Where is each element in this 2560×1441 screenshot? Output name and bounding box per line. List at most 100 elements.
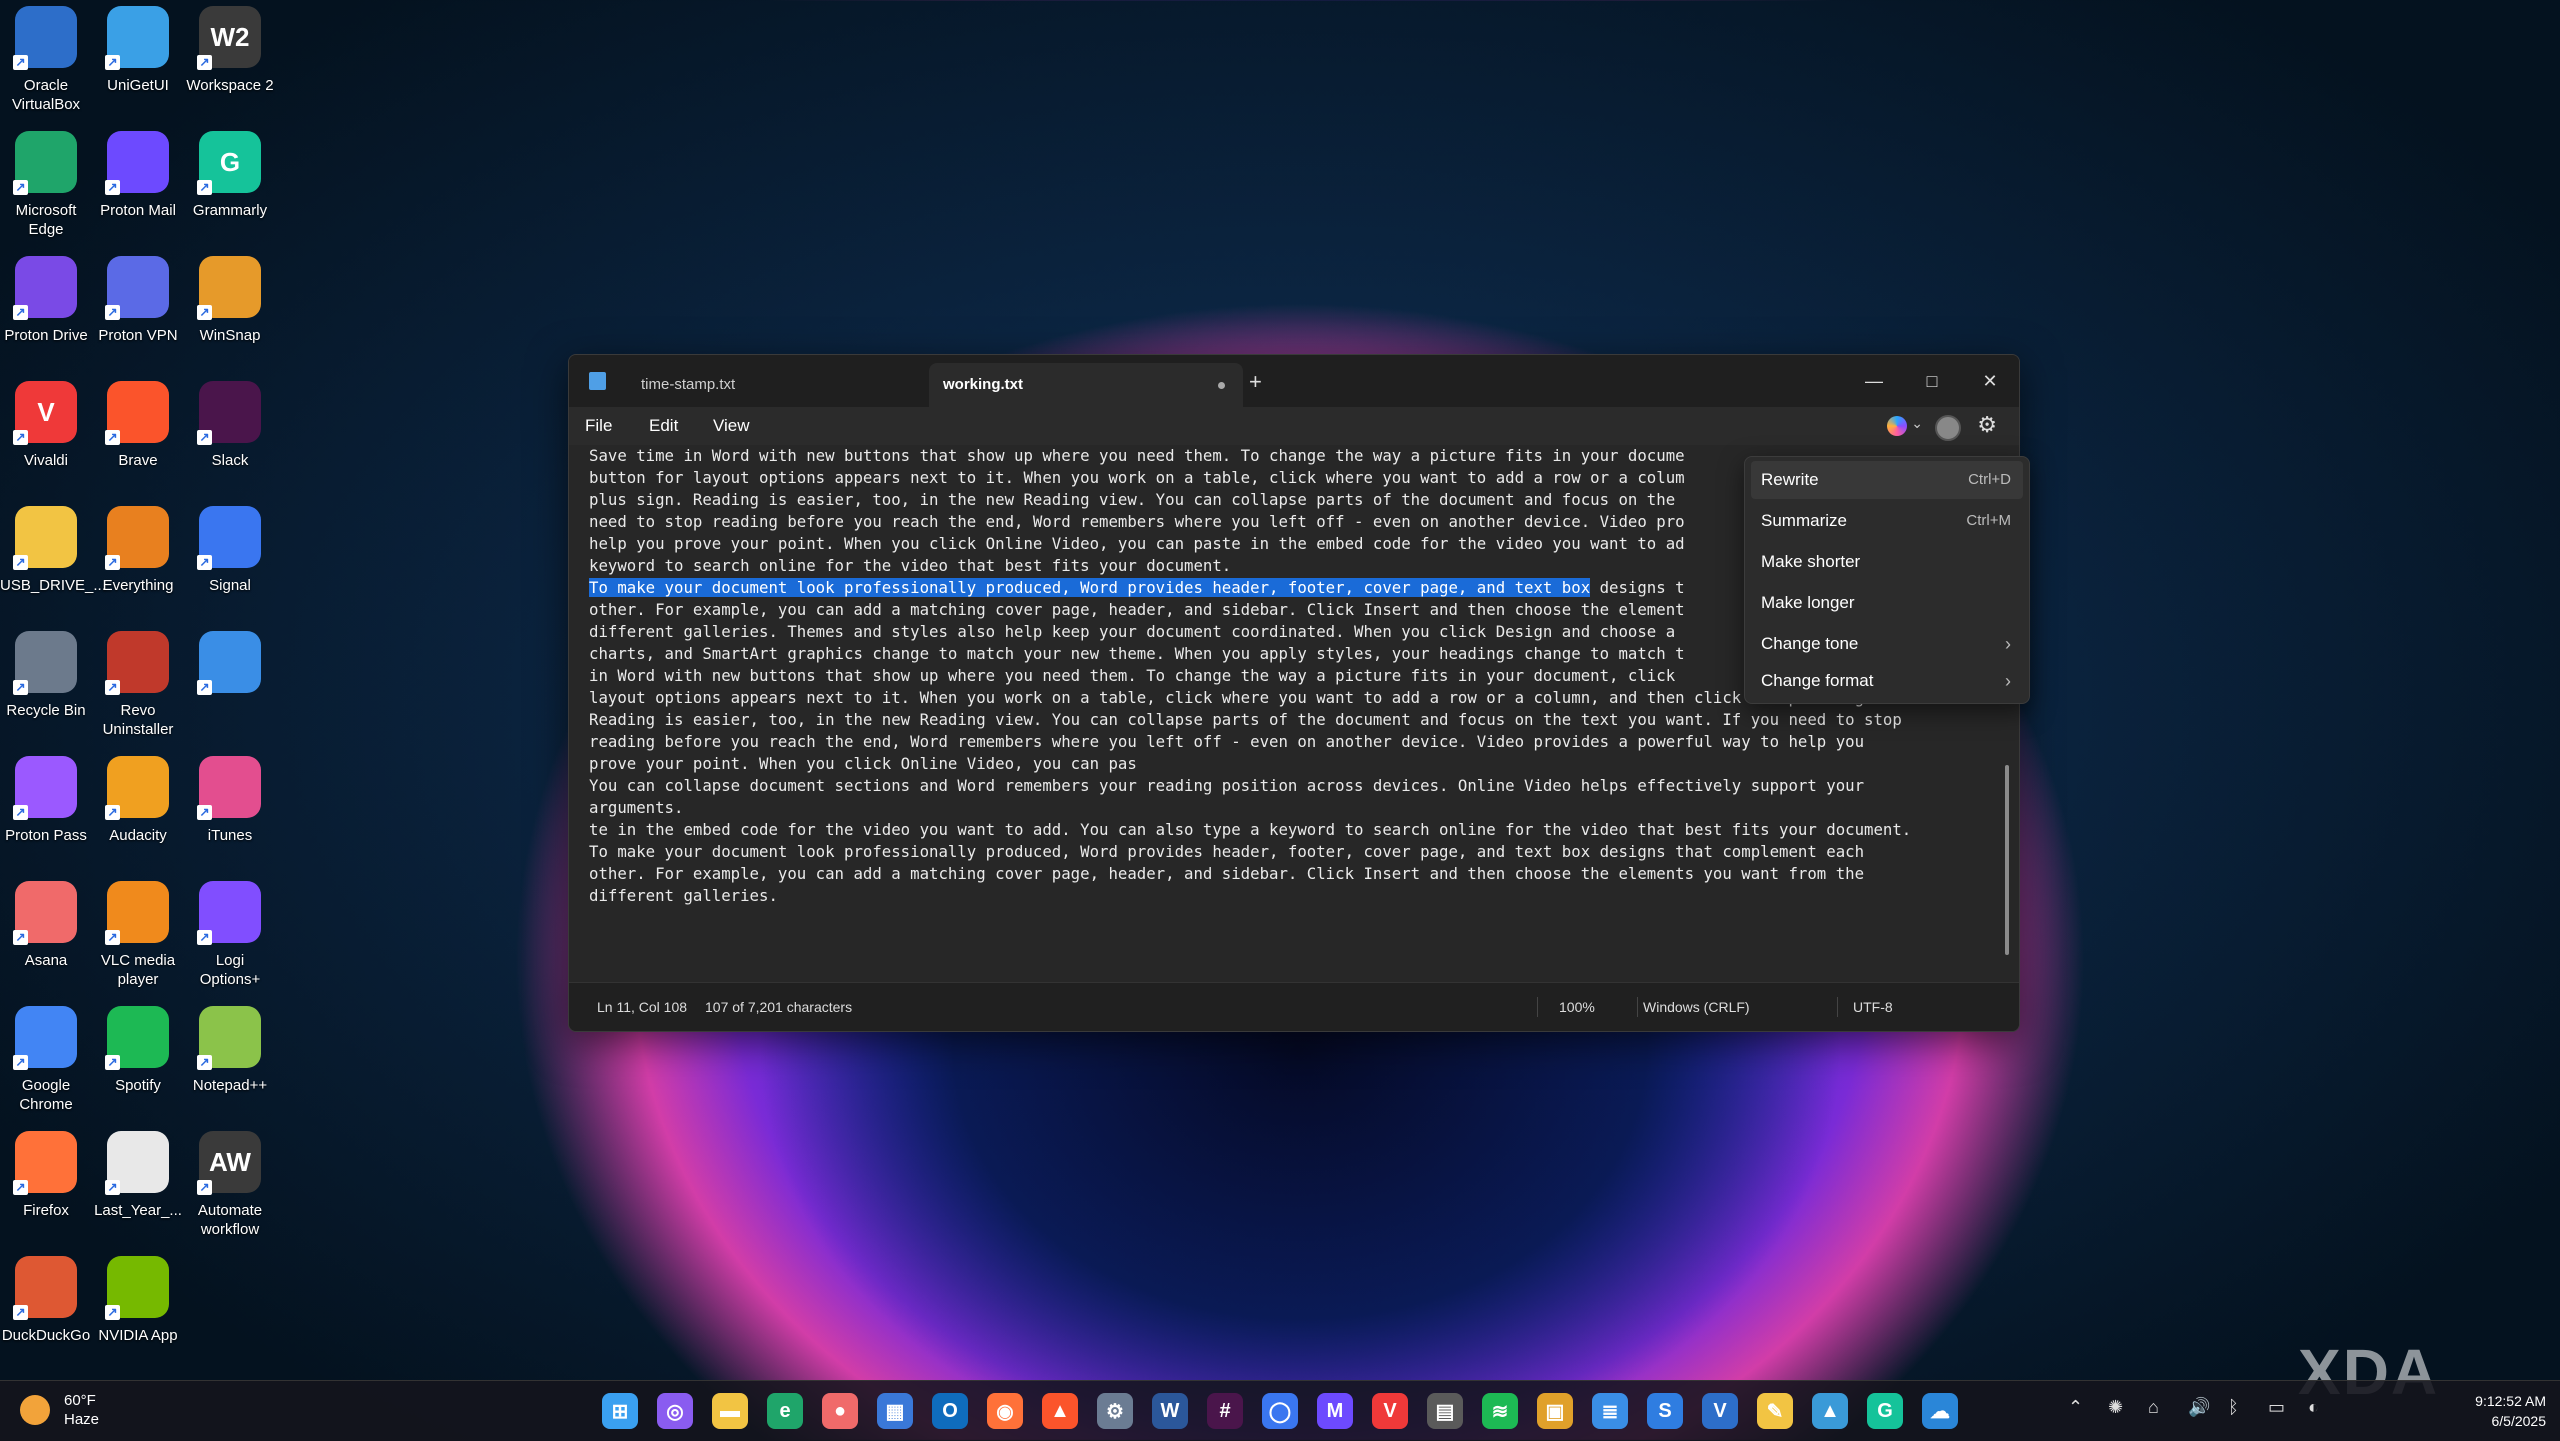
vivaldi-icon[interactable]: V (1372, 1393, 1408, 1429)
sound-icon[interactable]: ◐ (2308, 1397, 2319, 1418)
desktop-icon-slack-icon[interactable]: ↗ Slack (184, 381, 276, 470)
virtualbox-icon[interactable]: V (1702, 1393, 1738, 1429)
desktop-icon-label: Notepad++ (192, 1077, 268, 1094)
notes-icon[interactable]: ✎ (1757, 1393, 1793, 1429)
gear-icon[interactable]: ⚙ (1977, 412, 1997, 438)
desktop-icon-spotify-icon[interactable]: ↗ Spotify (92, 1006, 184, 1095)
selected-text[interactable]: To make your document look professionall… (589, 578, 1591, 597)
slack-icon[interactable]: # (1207, 1393, 1243, 1429)
scrollbar[interactable] (2005, 765, 2009, 955)
desktop-icon-workspace-icon[interactable]: W2 ↗ Workspace 2 (184, 6, 276, 95)
desktop-icon-recycle-bin-icon[interactable]: ↗ Recycle Bin (0, 631, 92, 720)
desktop-icon-label: Proton Mail (100, 202, 176, 219)
outlook-icon[interactable]: O (932, 1393, 968, 1429)
menu-view[interactable]: View (713, 407, 750, 445)
media-icon[interactable]: ▣ (1537, 1393, 1573, 1429)
chevron-up-icon[interactable]: ⌃ (2068, 1397, 2083, 1418)
photos-icon[interactable]: ▲ (1812, 1393, 1848, 1429)
title-bar[interactable]: time-stamp.txt working.txt + — □ ✕ (569, 355, 2019, 407)
shortcut-arrow-icon: ↗ (197, 180, 212, 195)
desktop-icon-brave-icon[interactable]: ↗ Brave (92, 381, 184, 470)
encoding[interactable]: UTF-8 (1853, 983, 1893, 1031)
app-tray-icon[interactable]: ✺ (2108, 1397, 2123, 1418)
menu-item-make-longer[interactable]: Make longer (1751, 584, 2023, 622)
desktop-icon-vivaldi-icon[interactable]: V ↗ Vivaldi (0, 381, 92, 470)
minimize-button[interactable]: — (1845, 363, 1903, 399)
desktop-icon-protonmail-icon[interactable]: ↗ Proton Mail (92, 131, 184, 220)
menu-item-change-format[interactable]: Change format › (1751, 662, 2023, 700)
desktop-icon-revo-icon[interactable]: ↗ Revo Uninstaller (92, 631, 184, 739)
desktop-icon-label: iTunes (207, 827, 253, 844)
desktop-icon-duckduckgo-icon[interactable]: ↗ DuckDuckGo (0, 1256, 92, 1345)
menu-item-change-tone[interactable]: Change tone › (1751, 625, 2023, 663)
asana-icon[interactable]: ● (822, 1393, 858, 1429)
notepad-icon[interactable]: ≣ (1592, 1393, 1628, 1429)
folder-icon: ↗ (13, 506, 77, 570)
desktop-icon-firefox-icon[interactable]: ↗ Firefox (0, 1131, 92, 1220)
close-button[interactable]: ✕ (1961, 363, 2019, 399)
system-clock[interactable]: 9:12:52 AM 6/5/2025 (2475, 1391, 2546, 1431)
desktop-icon-edge-icon[interactable]: ↗ Microsoft Edge (0, 131, 92, 239)
desktop-icon-control-panel-icon[interactable]: ↗ (184, 631, 276, 701)
edge-icon: ↗ (13, 131, 77, 195)
desktop-icon-everything-icon[interactable]: ↗ Everything (92, 506, 184, 595)
store-icon[interactable]: ▦ (877, 1393, 913, 1429)
word-icon[interactable]: W (1152, 1393, 1188, 1429)
protonmail-icon[interactable]: M (1317, 1393, 1353, 1429)
menu-item-make-shorter[interactable]: Make shorter (1751, 543, 2023, 581)
line-ending[interactable]: Windows (CRLF) (1643, 983, 1750, 1031)
brave-icon[interactable]: ▲ (1042, 1393, 1078, 1429)
tab-time-stamp[interactable]: time-stamp.txt (625, 363, 981, 407)
shortcut-arrow-icon: ↗ (105, 55, 120, 70)
desktop-icon-audacity-icon[interactable]: ↗ Audacity (92, 756, 184, 845)
chevron-right-icon: › (2005, 671, 2011, 691)
edge-icon[interactable]: e (767, 1393, 803, 1429)
network-icon[interactable]: ⌂ (2148, 1397, 2159, 1418)
menu-item-summarize[interactable]: Summarize Ctrl+M (1751, 502, 2023, 540)
display-icon[interactable]: ▭ (2268, 1397, 2285, 1418)
desktop-icon-signal-icon[interactable]: ↗ Signal (184, 506, 276, 595)
desktop-icon-label: Workspace 2 (186, 77, 274, 94)
file-explorer-icon[interactable]: ▬ (712, 1393, 748, 1429)
desktop-icon-grammarly-icon[interactable]: G ↗ Grammarly (184, 131, 276, 220)
desktop-icon-unigetui-icon[interactable]: ↗ UniGetUI (92, 6, 184, 95)
copilot-icon[interactable] (1887, 416, 1907, 436)
swiftkey-icon[interactable]: S (1647, 1393, 1683, 1429)
signal-icon[interactable]: ◯ (1262, 1393, 1298, 1429)
copilot-icon[interactable]: ◎ (657, 1393, 693, 1429)
desktop-icon-logi-icon[interactable]: ↗ Logi Options+ (184, 881, 276, 989)
grammarly-icon[interactable]: G (1867, 1393, 1903, 1429)
desktop-icon-folder-icon[interactable]: ↗ USB_DRIVE_... (0, 506, 106, 595)
desktop-icon-itunes-icon[interactable]: ↗ iTunes (184, 756, 276, 845)
desktop-icon-vlc-icon[interactable]: ↗ VLC media player (92, 881, 184, 989)
maximize-button[interactable]: □ (1903, 363, 1961, 399)
spotify-icon[interactable]: ≋ (1482, 1393, 1518, 1429)
volume-icon[interactable]: 🔊 (2188, 1397, 2210, 1418)
start-icon[interactable]: ⊞ (602, 1393, 638, 1429)
desktop-icon-chrome-icon[interactable]: ↗ Google Chrome (0, 1006, 92, 1114)
desktop-icon-winsnap-icon[interactable]: ↗ WinSnap (184, 256, 276, 345)
desktop-icon-protonvpn-icon[interactable]: ↗ Proton VPN (92, 256, 184, 345)
desktop-icon-protonpass-icon[interactable]: ↗ Proton Pass (0, 756, 92, 845)
bluetooth-icon[interactable]: ᛒ (2228, 1397, 2239, 1418)
desktop-icon-document-icon[interactable]: ↗ Last_Year_... (92, 1131, 184, 1220)
chevron-down-icon[interactable]: ⌄ (1911, 415, 1923, 432)
firefox-icon[interactable]: ◉ (987, 1393, 1023, 1429)
menu-edit[interactable]: Edit (649, 407, 678, 445)
menu-item-rewrite[interactable]: Rewrite Ctrl+D (1751, 461, 2023, 499)
desktop-icon-automate-icon[interactable]: AW ↗ Automate workflow (184, 1131, 276, 1239)
settings-icon[interactable]: ⚙ (1097, 1393, 1133, 1429)
desktop-icon-protondrive-icon[interactable]: ↗ Proton Drive (0, 256, 92, 345)
desktop-icon-virtualbox-icon[interactable]: ↗ Oracle VirtualBox (0, 6, 92, 114)
desktop-icon-nvidia-icon[interactable]: ↗ NVIDIA App (92, 1256, 184, 1345)
onedrive-icon[interactable]: ☁ (1922, 1393, 1958, 1429)
menu-file[interactable]: File (585, 407, 612, 445)
avatar[interactable] (1935, 415, 1961, 441)
new-tab-button[interactable]: + (1249, 369, 1262, 395)
desktop-icon-asana-icon[interactable]: ↗ Asana (0, 881, 92, 970)
tab-working[interactable]: working.txt (929, 363, 1243, 407)
calculator-icon[interactable]: ▤ (1427, 1393, 1463, 1429)
zoom-level[interactable]: 100% (1559, 983, 1595, 1031)
desktop-icon-notepadpp-icon[interactable]: ↗ Notepad++ (184, 1006, 276, 1095)
protonmail-icon: ↗ (105, 131, 169, 195)
